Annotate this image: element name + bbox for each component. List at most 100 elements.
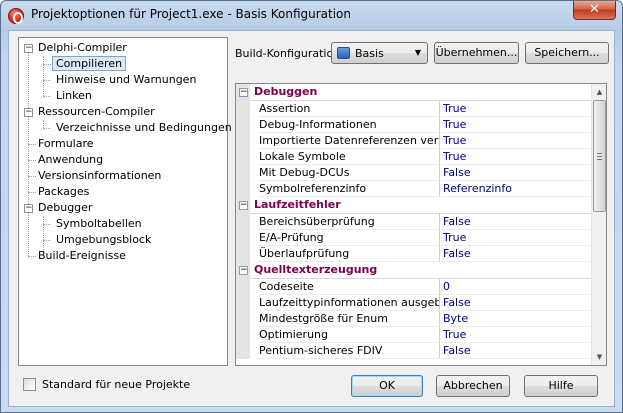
property-name: Importierte Datenreferenzen verwenden bbox=[259, 133, 440, 149]
property-value[interactable]: False bbox=[441, 165, 592, 181]
category-label: Laufzeitfehler bbox=[254, 198, 341, 211]
scroll-up-icon[interactable]: ▲ bbox=[593, 85, 606, 99]
apply-button[interactable]: Übernehmen... bbox=[434, 42, 519, 64]
app-icon bbox=[8, 8, 24, 24]
help-button[interactable]: Hilfe bbox=[524, 375, 598, 397]
dialog-window: Projektoptionen für Project1.exe - Basis… bbox=[0, 0, 623, 413]
default-for-new-projects-checkbox[interactable] bbox=[23, 378, 36, 391]
property-value[interactable]: True bbox=[441, 117, 592, 133]
tree-item-label: Delphi-Compiler bbox=[38, 41, 127, 54]
property-row[interactable]: Laufzeittypinformationen ausgeben False bbox=[236, 295, 592, 311]
tree-item-label: Linken bbox=[56, 89, 92, 102]
tree-item-anwendung[interactable]: Anwendung bbox=[38, 152, 103, 168]
property-name: Symbolreferenzinfo bbox=[259, 181, 440, 197]
tree-item-label: Build-Ereignisse bbox=[38, 249, 126, 262]
property-name: Debug-Informationen bbox=[259, 117, 440, 133]
property-name: Codeseite bbox=[259, 279, 440, 295]
property-value[interactable]: True bbox=[441, 230, 592, 246]
window-title: Projektoptionen für Project1.exe - Basis… bbox=[31, 7, 351, 21]
collapse-icon[interactable]: − bbox=[239, 201, 248, 210]
tree-item-label: Debugger bbox=[38, 201, 93, 214]
tree-item-hinweise[interactable]: Hinweise und Warnungen bbox=[56, 72, 196, 88]
tree-item-label: Packages bbox=[38, 185, 90, 198]
collapse-icon[interactable]: − bbox=[239, 88, 248, 97]
property-name: Pentium-sicheres FDIV bbox=[259, 343, 440, 359]
property-row[interactable]: E/A-Prüfung True bbox=[236, 230, 592, 246]
property-row[interactable]: Überlaufprüfung False bbox=[236, 246, 592, 262]
property-name: Lokale Symbole bbox=[259, 149, 440, 165]
scroll-down-icon[interactable]: ▼ bbox=[593, 350, 606, 364]
tree-item-linken[interactable]: Linken bbox=[56, 88, 92, 104]
property-value[interactable]: Byte bbox=[441, 311, 592, 327]
chevron-down-icon: ▼ bbox=[414, 48, 421, 57]
cancel-button[interactable]: Abbrechen bbox=[436, 375, 510, 397]
property-value[interactable]: False bbox=[441, 246, 592, 262]
tree-item-label: Anwendung bbox=[38, 153, 104, 166]
tree-item-label: Symboltabellen bbox=[56, 217, 142, 230]
property-value[interactable]: False bbox=[441, 295, 592, 311]
close-button[interactable]: ✕ bbox=[573, 1, 616, 20]
tree-item-label: Ressourcen-Compiler bbox=[38, 105, 155, 118]
property-value[interactable]: True bbox=[441, 149, 592, 165]
tree-item-packages[interactable]: Packages bbox=[38, 184, 89, 200]
property-name: Optimierung bbox=[259, 327, 440, 343]
options-tree: − Delphi-Compiler Compilieren Hinweise u… bbox=[18, 37, 232, 366]
tree-item-verzeichnisse[interactable]: Verzeichnisse und Bedingungen bbox=[56, 120, 232, 136]
ok-button[interactable]: OK bbox=[351, 375, 423, 397]
tree-item-compilieren[interactable]: Compilieren bbox=[52, 56, 127, 72]
property-row[interactable]: Optimierung True bbox=[236, 327, 592, 343]
property-name: Laufzeittypinformationen ausgeben bbox=[259, 295, 440, 311]
property-row[interactable]: Debug-Informationen True bbox=[236, 117, 592, 133]
property-value[interactable]: 0 bbox=[441, 279, 592, 295]
category-label: Quelltexterzeugung bbox=[254, 263, 378, 276]
tree-item-label: Verzeichnisse und Bedingungen bbox=[56, 121, 232, 134]
vertical-scrollbar[interactable]: ▲ ▼ bbox=[591, 84, 606, 365]
tree-item-build-ereignisse[interactable]: Build-Ereignisse bbox=[38, 248, 126, 264]
collapse-icon[interactable]: − bbox=[239, 266, 248, 275]
scrollbar-thumb[interactable] bbox=[593, 100, 606, 212]
property-row[interactable]: Pentium-sicheres FDIV False bbox=[236, 343, 592, 359]
property-value[interactable]: Referenzinfo bbox=[441, 181, 592, 197]
property-row[interactable]: Lokale Symbole True bbox=[236, 149, 592, 165]
property-name: Mit Debug-DCUs bbox=[259, 165, 440, 181]
property-row[interactable]: Bereichsüberprüfung False bbox=[236, 214, 592, 230]
tree-item-formulare[interactable]: Formulare bbox=[38, 136, 94, 152]
property-name: Mindestgröße für Enum bbox=[259, 311, 440, 327]
build-configuration-select[interactable]: Basis ▼ bbox=[331, 42, 428, 64]
tree-item-label: Formulare bbox=[38, 137, 94, 150]
property-row[interactable]: Importierte Datenreferenzen verwenden Tr… bbox=[236, 133, 592, 149]
property-row[interactable]: Mit Debug-DCUs False bbox=[236, 165, 592, 181]
property-row[interactable]: Assertion True bbox=[236, 101, 592, 117]
tree-item-umgebungsblock[interactable]: Umgebungsblock bbox=[56, 232, 151, 248]
property-row[interactable]: Mindestgröße für Enum Byte bbox=[236, 311, 592, 327]
build-configuration-label: Build-Konfiguration bbox=[235, 47, 341, 60]
tree-item-label: Umgebungsblock bbox=[56, 233, 152, 246]
category-debuggen[interactable]: − Debuggen bbox=[236, 84, 592, 101]
category-label: Debuggen bbox=[254, 85, 318, 98]
property-row[interactable]: Symbolreferenzinfo Referenzinfo bbox=[236, 181, 592, 197]
property-value[interactable]: False bbox=[441, 214, 592, 230]
property-value[interactable]: False bbox=[441, 343, 592, 359]
collapse-icon[interactable]: − bbox=[24, 204, 33, 213]
property-name: Assertion bbox=[259, 101, 440, 117]
property-row[interactable]: Codeseite 0 bbox=[236, 279, 592, 295]
category-quelltexterzeugung[interactable]: − Quelltexterzeugung bbox=[236, 262, 592, 279]
save-button[interactable]: Speichern... bbox=[525, 42, 609, 64]
tree-item-label: Hinweise und Warnungen bbox=[56, 73, 197, 86]
property-value[interactable]: True bbox=[441, 327, 592, 343]
tree-item-label: Versionsinformationen bbox=[38, 169, 162, 182]
property-grid: − Debuggen Assertion True Debug-Informat… bbox=[235, 83, 607, 366]
build-configuration-value: Basis bbox=[355, 47, 384, 60]
property-name: Überlaufprüfung bbox=[259, 246, 440, 262]
configuration-icon bbox=[337, 47, 350, 59]
collapse-icon[interactable]: − bbox=[24, 108, 33, 117]
tree-item-symboltabellen[interactable]: Symboltabellen bbox=[56, 216, 142, 232]
property-value[interactable]: True bbox=[441, 101, 592, 117]
property-name: Bereichsüberprüfung bbox=[259, 214, 440, 230]
category-laufzeitfehler[interactable]: − Laufzeitfehler bbox=[236, 197, 592, 214]
property-value[interactable]: True bbox=[441, 133, 592, 149]
collapse-icon[interactable]: − bbox=[24, 44, 33, 53]
title-bar[interactable]: Projektoptionen für Project1.exe - Basis… bbox=[1, 1, 622, 29]
tree-item-versionsinformationen[interactable]: Versionsinformationen bbox=[38, 168, 161, 184]
default-for-new-projects-label[interactable]: Standard für neue Projekte bbox=[42, 378, 190, 391]
